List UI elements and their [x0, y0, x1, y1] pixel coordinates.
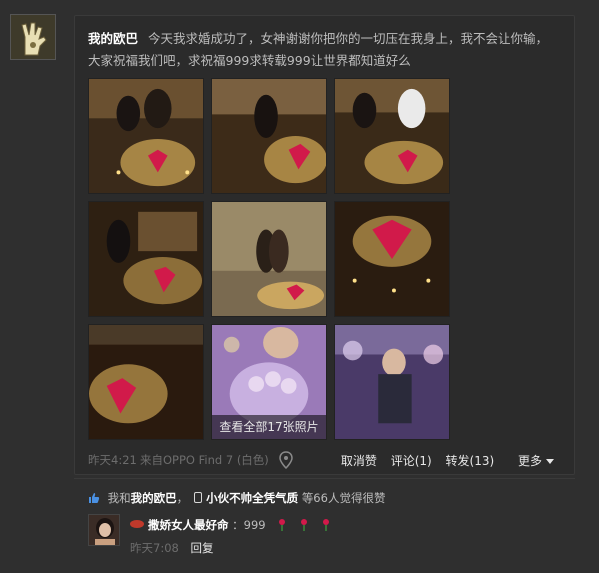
likes-count[interactable]: 等66人: [302, 491, 340, 505]
photo-6[interactable]: [334, 201, 450, 317]
photo-5[interactable]: [211, 201, 327, 317]
photo-4[interactable]: [88, 201, 204, 317]
commenter-avatar[interactable]: [88, 514, 120, 546]
liker-2[interactable]: 小伙不帅全凭气质: [206, 491, 298, 505]
comment: 撒娇女人最好命 ：999: [130, 517, 331, 533]
thumbs-up-icon: [89, 493, 100, 503]
unlike-button[interactable]: 取消赞: [341, 454, 377, 468]
divider: [74, 478, 575, 479]
photo-8[interactable]: 查看全部17张照片: [211, 324, 327, 440]
more-label: 更多: [517, 454, 542, 468]
post-time[interactable]: 昨天4:21: [88, 452, 137, 468]
likes-prefix: 我和: [107, 491, 131, 505]
photo-3[interactable]: [334, 78, 450, 194]
comment-meta: 昨天7:08 回复: [130, 540, 213, 556]
photo-7[interactable]: [88, 324, 204, 440]
more-button[interactable]: 更多: [508, 454, 554, 468]
post-actions: 取消赞 评论(1) 转发(13) 更多: [331, 452, 554, 469]
comment-button[interactable]: 评论(1): [391, 454, 432, 468]
liker-1[interactable]: 我的欧巴: [131, 491, 177, 505]
photo-1[interactable]: [88, 78, 204, 194]
commenter-name[interactable]: 撒娇女人最好命: [148, 518, 229, 532]
author-avatar[interactable]: [10, 14, 56, 60]
lips-icon: [130, 520, 144, 528]
rose-emoji-icon: [322, 519, 329, 531]
likes-sep: ，: [176, 491, 189, 505]
photo-grid: 查看全部17张照片: [88, 78, 452, 440]
photo-2[interactable]: [211, 78, 327, 194]
post-author[interactable]: 我的欧巴: [88, 31, 138, 46]
comment-time: 昨天7:08: [130, 541, 179, 555]
location-pin-icon[interactable]: [278, 451, 294, 469]
rose-emoji-icon: [300, 519, 307, 531]
photo-9[interactable]: [334, 324, 450, 440]
mobile-icon: [194, 492, 203, 503]
chevron-down-icon: [546, 459, 554, 464]
likes-line: 我和我的欧巴， 小伙不帅全凭气质 等66人觉得很赞: [88, 490, 385, 506]
comment-content: ：999: [232, 518, 266, 532]
post-content: 今天我求婚成功了，女神谢谢你把你的一切压在我身上，我不会让你输，大家祝福我们吧，…: [88, 31, 549, 68]
reply-button[interactable]: 回复: [190, 541, 213, 555]
post-text: 我的欧巴 今天我求婚成功了，女神谢谢你把你的一切压在我身上，我不会让你输，大家祝福…: [88, 28, 558, 72]
post-source: 来自OPPO Find 7 (白色): [140, 453, 269, 467]
photo-count-overlay[interactable]: 查看全部17张照片: [212, 415, 326, 439]
forward-button[interactable]: 转发(13): [446, 454, 495, 468]
post-meta: 昨天4:21 来自OPPO Find 7 (白色) 取消赞 评论(1) 转发(1…: [88, 451, 564, 470]
rose-emoji-icon: [279, 519, 286, 531]
likes-suffix: 觉得很赞: [339, 491, 386, 505]
